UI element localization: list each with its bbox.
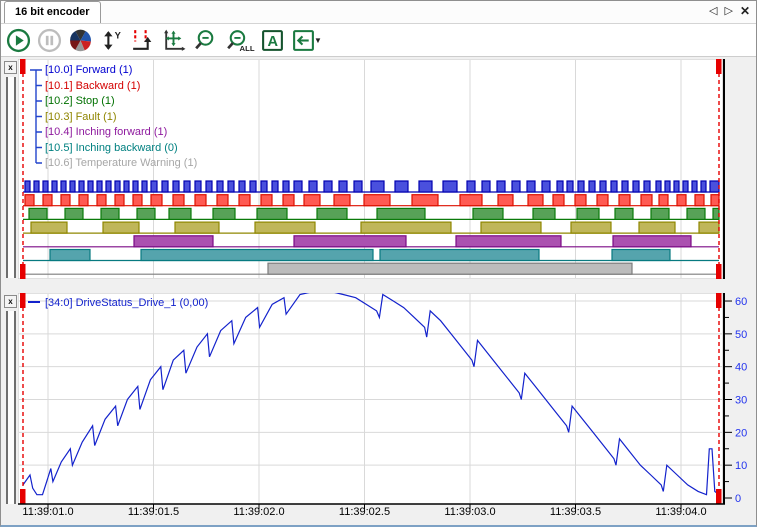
legend-item-3[interactable]: [10.3] Fault (1) [45,111,117,124]
y-tick-label: 10 [735,460,747,472]
legend-item-4[interactable]: [10.4] Inching forward (1) [45,126,167,139]
legend-item-1[interactable]: [10.1] Backward (1) [45,80,140,93]
y-tick-label: 60 [735,296,747,308]
analog-panel-close-button[interactable]: x [4,295,17,308]
zoom-out-button[interactable] [191,27,218,54]
y-tick-label: 0 [735,493,741,505]
goto-cursor-icon [129,28,156,53]
analog-panel-scrollbar[interactable] [5,311,15,504]
legend-item-2[interactable]: [10.2] Stop (1) [45,95,115,108]
cursor-marker[interactable] [20,264,26,279]
svg-text:Y: Y [115,30,122,40]
tab-label: 16 bit encoder [15,6,90,18]
move-axes-icon [161,28,186,53]
dropdown-caret-icon[interactable]: ▼ [314,36,322,45]
trace-workspace: x [10.0] Forward (1) [10.1] Backward (1) [… [1,57,757,522]
digital-panel-scrollbar[interactable] [5,77,15,278]
trace-toolbar: Y [1,24,757,57]
color-wheel-icon [68,28,93,53]
cursor-marker[interactable] [716,264,722,279]
analog-trace-plot[interactable]: 0 10 20 30 40 50 60 [18,293,757,522]
digital-panel-close-button[interactable]: x [4,61,17,74]
cursor-marker[interactable] [716,59,722,74]
legend-item-0[interactable]: [10.0] Forward (1) [45,64,132,77]
back-arrow-icon [291,28,316,53]
scale-y-icon: Y [99,28,124,53]
cursor-marker[interactable] [20,59,26,74]
tab-16-bit-encoder[interactable]: 16 bit encoder [4,1,101,23]
move-axes-button[interactable] [160,27,187,54]
scroll-tabs-right-icon[interactable]: ▷ [724,3,732,19]
start-trace-button[interactable] [5,27,32,54]
autoscale-y-button[interactable]: Y [98,27,125,54]
tab-strip: 16 bit encoder ◁ ▷ ✕ [1,1,757,24]
analog-legend[interactable]: [34:0] DriveStatus_Drive_1 (0,00) [28,297,208,309]
digital-scrollbar-thumb[interactable] [6,77,16,278]
auto-mode-button[interactable]: A [259,27,286,54]
cursor-marker[interactable] [716,293,722,308]
y-tick-label: 50 [735,329,747,341]
svg-text:A: A [268,34,279,50]
goto-cursor-button[interactable] [129,27,156,54]
zoom-out-all-button[interactable]: ALL [222,27,255,54]
analog-legend-label: [34:0] DriveStatus_Drive_1 (0,00) [45,297,208,309]
cursor-marker[interactable] [20,489,26,504]
play-icon [6,28,31,53]
y-axis-line [723,293,725,504]
cursor-marker[interactable] [716,489,722,504]
undo-zoom-button[interactable]: ▼ [290,27,323,54]
digital-signal-forward [23,181,719,192]
trace-window: 16 bit encoder ◁ ▷ ✕ [0,0,757,527]
y-tick-label: 30 [735,395,747,407]
legend-item-6[interactable]: [10.6] Temperature Warning (1) [45,157,197,170]
signal-colors-button[interactable] [67,27,94,54]
cursor-marker[interactable] [20,293,26,308]
letter-a-icon: A [260,28,285,53]
pause-trace-button[interactable] [36,27,63,54]
legend-item-5[interactable]: [10.5] Inching backward (0) [45,142,178,155]
y-tick-label: 20 [735,427,747,439]
zoom-out-all-icon: ALL [223,28,255,53]
close-window-icon[interactable]: ✕ [740,3,750,19]
zoom-out-icon [192,28,218,53]
tab-navigation: ◁ ▷ ✕ [709,3,750,19]
pause-icon [37,28,62,53]
plot-background [18,293,723,504]
series-color-dash [28,301,40,303]
svg-text:ALL: ALL [239,43,254,52]
scroll-tabs-left-icon[interactable]: ◁ [709,3,717,19]
analog-scrollbar-thumb[interactable] [6,311,16,504]
y-tick-label: 40 [735,362,747,374]
y-axis-line [723,59,725,279]
